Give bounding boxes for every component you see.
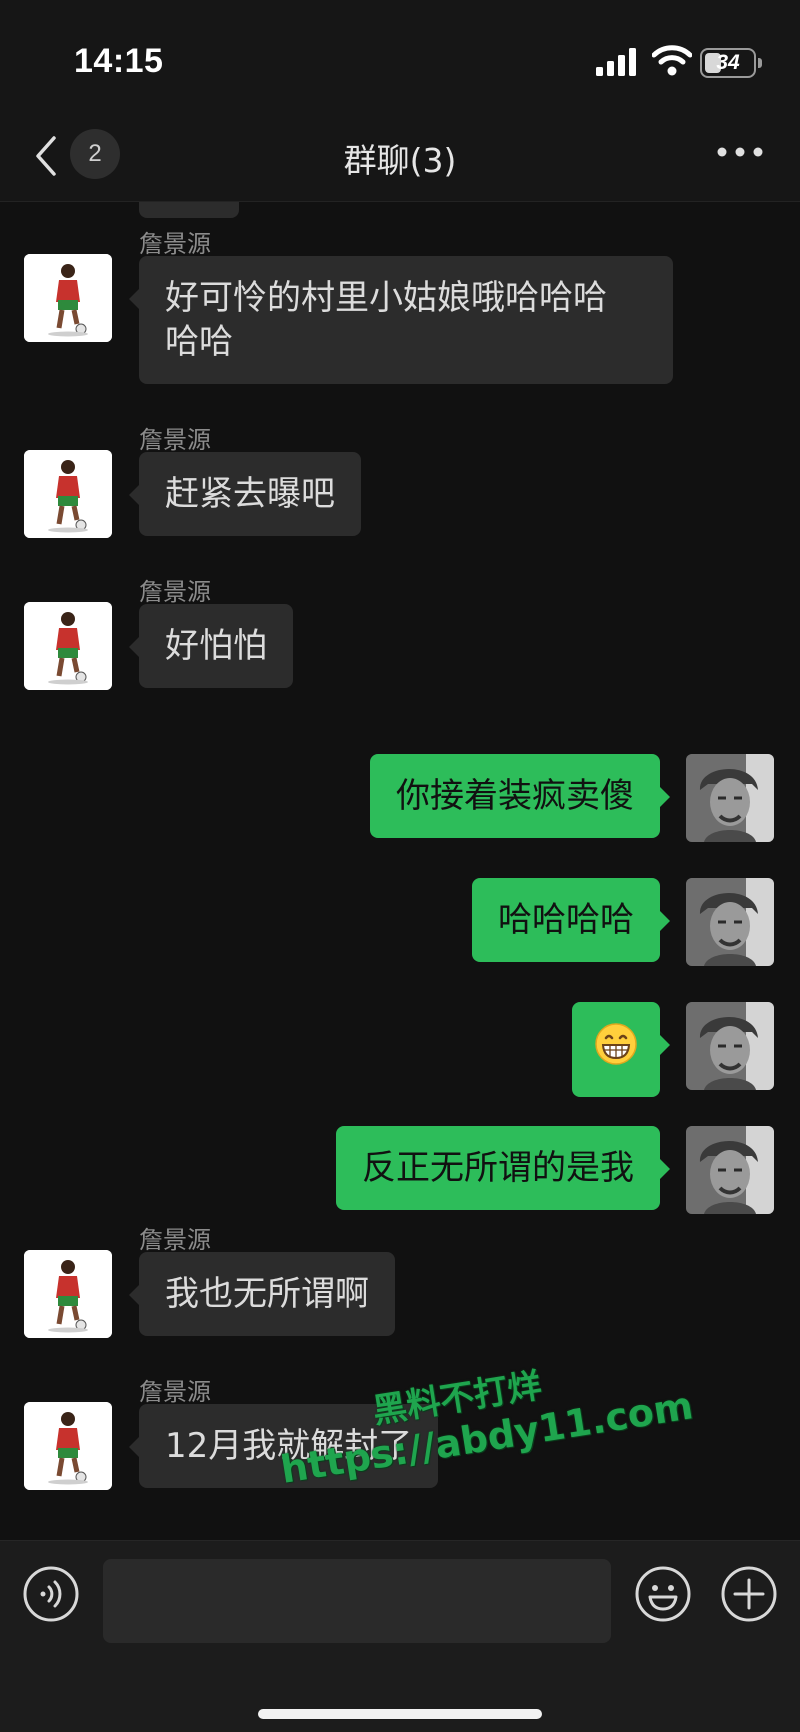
incoming-message-bubble[interactable]: 好怕怕 [129,604,293,688]
incoming-message-bubble[interactable]: 我也无所谓啊 [129,1252,395,1336]
sender-avatar[interactable] [24,1250,112,1338]
more-options-icon[interactable] [716,146,764,158]
outgoing-message-bubble[interactable]: 反正无所谓的是我 [336,1126,670,1210]
status-bar: 14:15 34 [0,0,800,120]
incoming-message-bubble[interactable]: 赶紧去曝吧 [129,452,361,536]
chat-title[interactable]: 群聊(3) [0,134,800,182]
user-photo-avatar-icon [686,1002,774,1090]
battery-icon: 34 [700,48,756,78]
footballer-avatar-icon [24,254,112,342]
footballer-avatar-icon [24,1250,112,1338]
message-line: 12月我就解封了 [165,1426,413,1466]
battery-percentage: 34 [716,51,740,74]
message-line: 哈哈 [165,322,233,362]
footballer-avatar-icon [24,1402,112,1490]
emoji-icon[interactable] [634,1565,692,1623]
message-line: 哈哈哈哈 [498,900,634,940]
outgoing-message-bubble[interactable]: 哈哈哈哈 [472,878,670,962]
sender-avatar[interactable] [24,254,112,342]
outgoing-message-bubble[interactable]: 你接着装疯卖傻 [370,754,670,838]
sender-avatar[interactable] [24,602,112,690]
status-time: 14:15 [74,42,164,80]
chat-header: 2 群聊(3) [0,120,800,202]
voice-icon[interactable] [22,1565,80,1623]
home-indicator[interactable] [258,1709,542,1719]
message-line: 我也无所谓啊 [165,1274,369,1314]
sender-name: 詹景源 [139,426,211,454]
plus-icon[interactable] [720,1565,778,1623]
message-input[interactable] [103,1559,611,1643]
footballer-avatar-icon [24,602,112,690]
user-photo-avatar-icon [686,878,774,966]
user-photo-avatar-icon [686,1126,774,1214]
partial-message-bubble [139,202,239,218]
my-avatar[interactable] [686,1002,774,1090]
my-avatar[interactable] [686,1126,774,1214]
message-line: 好怕怕 [165,626,267,666]
footballer-avatar-icon [24,450,112,538]
outgoing-emoji-bubble[interactable] [572,1002,670,1097]
message-line: 赶紧去曝吧 [165,474,335,514]
user-photo-avatar-icon [686,754,774,842]
sender-name: 詹景源 [139,230,211,258]
grinning-face-icon [595,1023,637,1065]
sender-avatar[interactable] [24,1402,112,1490]
incoming-message-bubble[interactable]: 好可怜的村里小姑娘哦哈哈哈 哈哈 [129,256,673,384]
cellular-signal-icon [596,48,636,76]
wifi-icon [652,45,692,76]
sender-name: 詹景源 [139,1378,211,1406]
message-line: 你接着装疯卖傻 [396,776,634,816]
message-list[interactable]: 詹景源 好可怜的村里小姑娘哦哈哈哈 哈哈 詹景源 赶紧去曝吧 詹景源 好怕怕 你… [0,202,800,1540]
sender-name: 詹景源 [139,1226,211,1254]
input-bar [0,1540,800,1732]
message-line: 好可怜的村里小姑娘哦哈哈哈 [165,278,607,318]
my-avatar[interactable] [686,878,774,966]
message-line: 反正无所谓的是我 [362,1148,634,1188]
battery-tip [758,58,762,68]
incoming-message-bubble[interactable]: 12月我就解封了 [128,1404,439,1488]
sender-avatar[interactable] [24,450,112,538]
sender-name: 詹景源 [139,578,211,606]
my-avatar[interactable] [686,754,774,842]
